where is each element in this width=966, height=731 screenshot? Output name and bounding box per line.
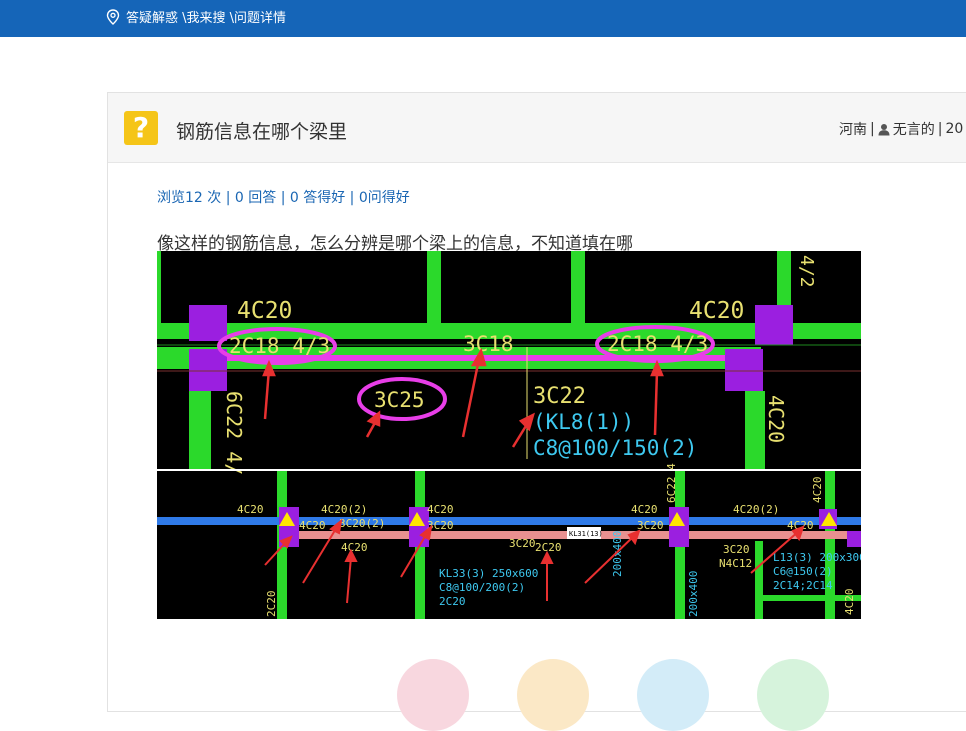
- column: [189, 305, 227, 341]
- label-b11: 4C20(2): [733, 503, 779, 516]
- column: [669, 507, 689, 547]
- label-b10: 3C20: [637, 519, 664, 532]
- spec-2c20: 2C20: [439, 595, 466, 608]
- right-column-beam: [745, 391, 765, 469]
- spec-2c14: 2C14;2C14: [773, 579, 833, 592]
- vertical-beam: [755, 541, 763, 619]
- label-b9: 4C20: [341, 541, 368, 554]
- question-stats: 浏览12 次 | 0 回答 | 0 答得好 | 0问得好: [157, 190, 410, 206]
- vertical-beam: [571, 251, 585, 331]
- label-b16: 4C20: [843, 589, 856, 616]
- vertical-b1: 6C22 4: [665, 463, 678, 503]
- question-region[interactable]: 河南: [839, 119, 867, 139]
- action-circle-2[interactable]: [517, 659, 589, 731]
- question-mark-icon: ?: [124, 111, 158, 145]
- column: [409, 507, 429, 547]
- label-3c25: 3C25: [374, 388, 425, 412]
- cad-drawing-image: 4C20 4C20 2C18 4/3 2C18 4/3 3C18 3C25 3C…: [157, 251, 861, 619]
- vertical-b2: 4C20: [811, 477, 824, 504]
- label-4c20-left: 4C20: [237, 298, 292, 324]
- label-b1: 4C20: [237, 503, 264, 516]
- meta-separator-2: |: [937, 121, 943, 137]
- label-b2: 4C20(2): [321, 503, 367, 516]
- spec-vertical: 200x400: [611, 531, 624, 577]
- question-header: ? 钢筋信息在哪个梁里 河南 | 无言的 | 20: [108, 93, 966, 163]
- beam-tag-text: KL31(13): [569, 530, 603, 538]
- column: [725, 349, 763, 391]
- column: [189, 349, 227, 391]
- meta-separator: |: [870, 121, 875, 137]
- column: [847, 531, 861, 547]
- label-4c20-right: 4C20: [689, 298, 744, 324]
- label-3c18: 3C18: [463, 332, 514, 356]
- label-b13: 3C20: [723, 543, 750, 556]
- action-circle-1[interactable]: [397, 659, 469, 731]
- label-b5: 4C20: [299, 519, 326, 532]
- label-b14: N4C12: [719, 557, 752, 570]
- action-circle-3[interactable]: [637, 659, 709, 731]
- label-b8: 2C20: [535, 541, 562, 554]
- spec-l13: L13(3) 200x300: [773, 551, 861, 564]
- label-kl8: (KL8(1)): [533, 410, 634, 434]
- column: [755, 305, 793, 345]
- user-icon: [878, 123, 890, 135]
- question-title: 钢筋信息在哪个梁里: [176, 121, 348, 143]
- label-corner: 4/2: [796, 255, 817, 288]
- location-pin-icon: [106, 8, 120, 25]
- label-b3: 4C20: [427, 503, 454, 516]
- label-b7: 4C20: [631, 503, 658, 516]
- blue-beam: [157, 517, 861, 525]
- spec-vertical-2: 200x400: [687, 571, 700, 617]
- label-b15: 3C20: [509, 537, 536, 550]
- label-stirrup: C8@100/150(2): [533, 436, 697, 460]
- vertical-b3: 2C20: [265, 591, 278, 618]
- question-username[interactable]: 无言的: [893, 119, 935, 139]
- question-card: ? 钢筋信息在哪个梁里 河南 | 无言的 | 20 浏览12 次 | 0 回答 …: [107, 92, 966, 731]
- label-6c22-vertical: 6C22 4/: [222, 391, 246, 475]
- spec-stirrup: C8@100/200(2): [439, 581, 525, 594]
- breadcrumb-text[interactable]: 答疑解惑 \我来搜 \问题详情: [126, 7, 286, 26]
- question-date: 20: [945, 121, 964, 137]
- left-column-beam: [189, 391, 211, 469]
- vertical-beam: [427, 251, 441, 331]
- question-meta: 河南 | 无言的 | 20: [839, 119, 963, 139]
- action-circle-4[interactable]: [757, 659, 829, 731]
- label-4c20-vertical: 4C20: [764, 395, 788, 443]
- spec-c6: C6@150(2): [773, 565, 833, 578]
- spec-kl33: KL33(3) 250x600: [439, 567, 538, 580]
- label-2c18-left: 2C18 4/3: [229, 334, 330, 358]
- top-nav-bar: 答疑解惑 \我来搜 \问题详情: [0, 0, 966, 37]
- label-b4: 3C20(2): [339, 517, 385, 530]
- label-3c22: 3C22: [533, 384, 586, 409]
- label-2c18-right: 2C18 4/3: [607, 332, 708, 356]
- image-seam: [157, 469, 861, 471]
- breadcrumb[interactable]: 答疑解惑 \我来搜 \问题详情: [106, 7, 286, 26]
- vertical-beam: [777, 251, 791, 311]
